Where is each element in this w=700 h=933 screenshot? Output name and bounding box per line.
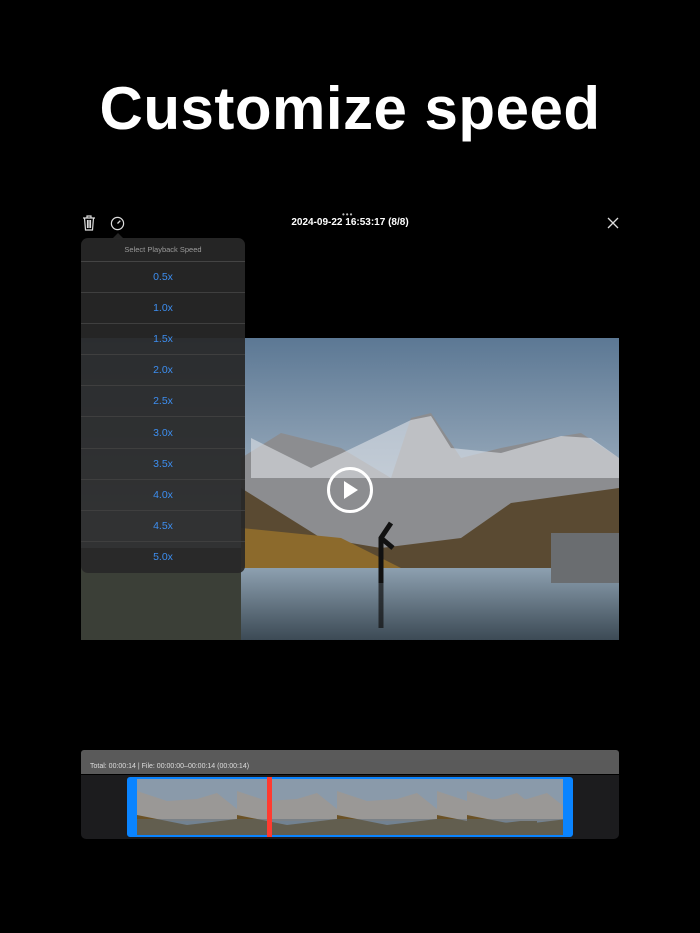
- timeline: [81, 775, 619, 839]
- speed-option-4.0x[interactable]: 4.0x: [81, 480, 245, 511]
- timeline-info: Total: 00:00:14 | File: 00:00:00–00:00:1…: [90, 763, 250, 770]
- speed-option-0.5x[interactable]: 0.5x: [81, 262, 245, 294]
- playback-speed-menu: Select Playback Speed 0.5x 1.0x 1.5x 2.0…: [81, 238, 245, 573]
- playhead[interactable]: [267, 777, 273, 837]
- frame-strip[interactable]: [127, 777, 573, 837]
- speed-option-5.0x[interactable]: 5.0x: [81, 542, 245, 573]
- headline: Customize speed: [99, 75, 601, 142]
- close-icon[interactable]: [602, 212, 624, 234]
- menu-title: Select Playback Speed: [81, 238, 245, 262]
- clip-title: 2024-09-22 16:53:17 (8/8): [291, 217, 409, 228]
- speed-option-2.5x[interactable]: 2.5x: [81, 386, 245, 418]
- speed-option-3.5x[interactable]: 3.5x: [81, 449, 245, 480]
- play-button[interactable]: [327, 467, 373, 513]
- speed-option-3.0x[interactable]: 3.0x: [81, 417, 245, 449]
- speed-option-4.5x[interactable]: 4.5x: [81, 511, 245, 542]
- timeline-info-bar: Total: 00:00:14 | File: 00:00:00–00:00:1…: [81, 750, 619, 774]
- speed-option-1.0x[interactable]: 1.0x: [81, 293, 245, 325]
- speed-option-2.0x[interactable]: 2.0x: [81, 355, 245, 387]
- speed-option-1.5x[interactable]: 1.5x: [81, 324, 245, 356]
- top-bar: ••• 2024-09-22 16:53:17 (8/8): [78, 210, 626, 236]
